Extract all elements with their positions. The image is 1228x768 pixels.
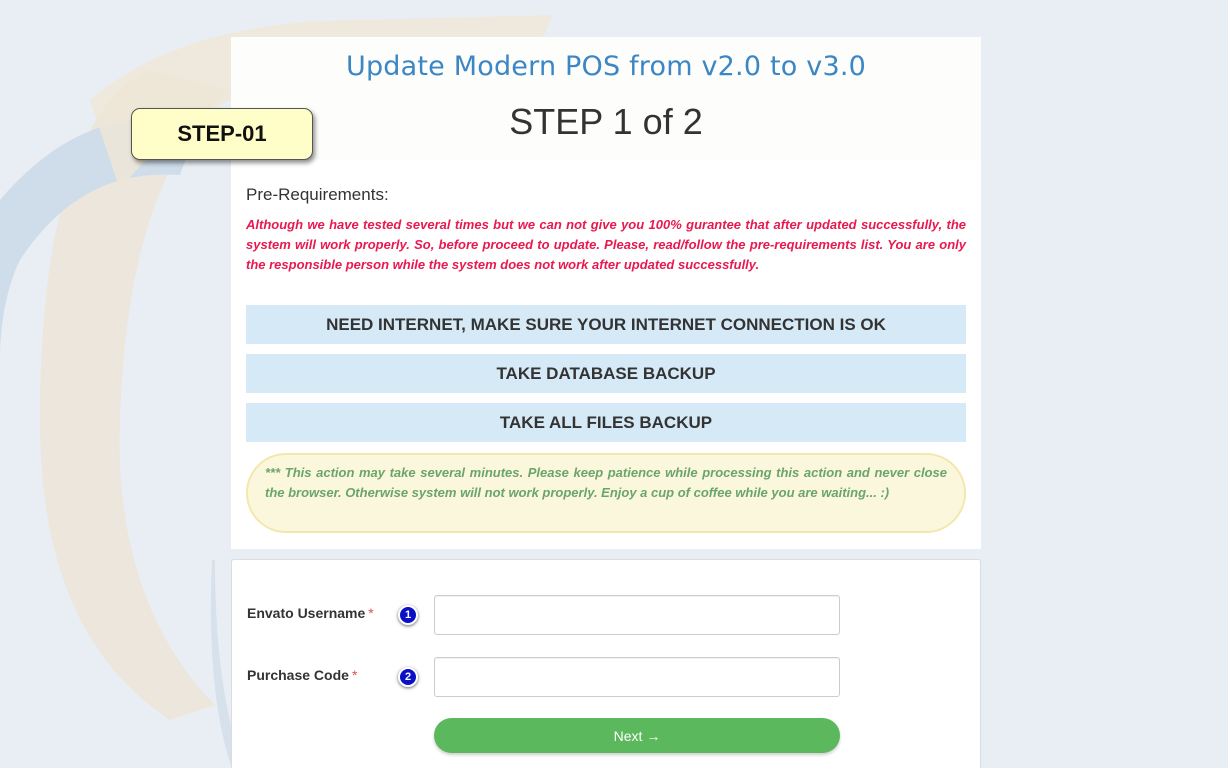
license-form: Envato Username * 1 Purchase Code * 2 Next… [231,559,981,768]
prerequirements-heading: Pre-Requirements: [246,185,389,204]
envato-username-label-text: Envato Username [247,605,366,621]
processing-notice: *** This action may take several minutes… [246,453,966,533]
required-asterisk: * [351,667,358,683]
panel-header: Update Modern POS from v2.0 to v3.0 STEP… [231,37,981,160]
requirement-internet: NEED INTERNET, MAKE SURE YOUR INTERNET C… [246,305,966,344]
step-badge: STEP-01 [131,108,313,160]
prerequisites-panel: Update Modern POS from v2.0 to v3.0 STEP… [231,37,981,549]
envato-username-label: Envato Username * [247,605,374,621]
step-title: STEP 1 of 2 [509,101,703,142]
step-number-2-icon: 2 [398,667,418,687]
next-button[interactable]: Next → [434,718,840,753]
requirement-files-backup: TAKE ALL FILES BACKUP [246,403,966,442]
required-asterisk: * [368,605,374,621]
envato-username-input[interactable] [434,595,840,635]
purchase-code-label: Purchase Code * [247,667,357,683]
purchase-code-label-text: Purchase Code [247,667,349,683]
purchase-code-input[interactable] [434,657,840,697]
step-number-1-icon: 1 [398,605,418,625]
warning-text: Although we have tested several times bu… [246,217,966,272]
requirement-database-backup: TAKE DATABASE BACKUP [246,354,966,393]
page-title: Update Modern POS from v2.0 to v3.0 [345,51,867,82]
